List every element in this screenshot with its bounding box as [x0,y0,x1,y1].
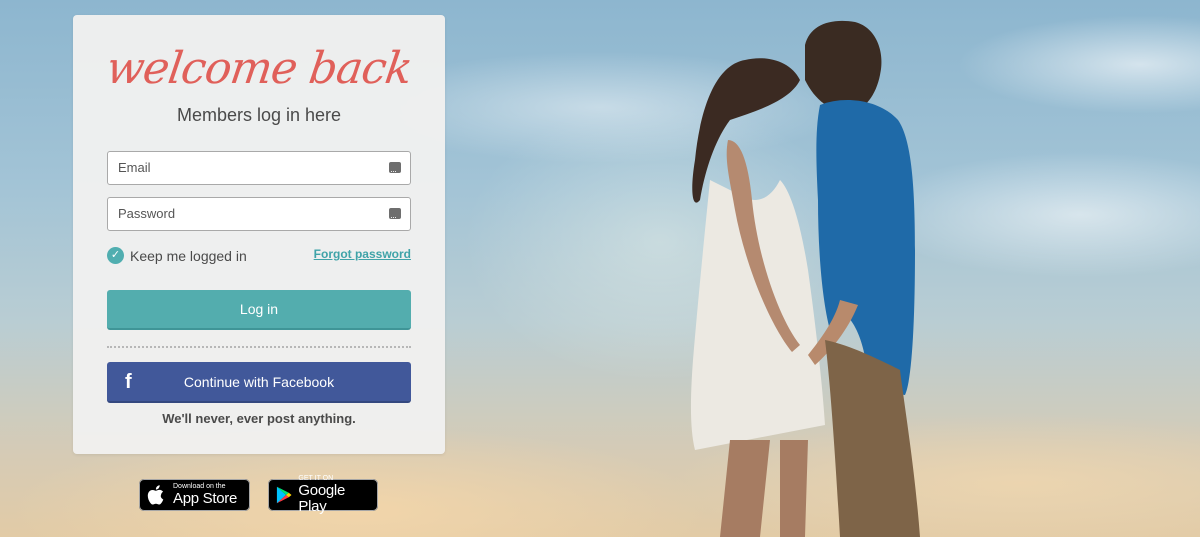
apple-icon [147,485,164,505]
facebook-login-button[interactable]: f Continue with Facebook [107,362,411,403]
login-subtitle: Members log in here [176,105,342,125]
checkmark-icon[interactable]: ✓ [107,247,124,264]
email-input[interactable] [118,160,368,175]
password-manager-icon[interactable] [389,155,401,187]
password-input[interactable] [118,206,368,221]
app-store-badge[interactable]: Download on the App Store [139,479,250,511]
woman-legs [720,440,808,537]
forgot-password-link[interactable]: Forgot password [314,247,411,261]
password-field[interactable] [107,197,411,233]
google-play-big-label: Google Play [298,482,345,515]
google-play-badge[interactable]: GET IT ON Google Play [268,475,378,515]
man-head [805,20,882,113]
login-button[interactable]: Log in [107,290,411,330]
dotted-divider [107,346,411,348]
login-card: welcome back Members log in here ✓ Keep … [73,15,445,454]
google-play-icon [276,486,292,504]
facebook-button-label: Continue with Facebook [183,373,335,390]
email-field[interactable] [107,151,411,187]
woman-dress [690,180,825,450]
keep-logged-in-checkbox[interactable]: ✓ Keep me logged in [107,247,247,264]
app-store-big-label: App Store [173,490,238,507]
facebook-disclaimer: We'll never, ever post anything. [162,411,356,426]
password-manager-icon[interactable] [389,201,401,233]
facebook-icon: f [125,371,132,393]
welcome-heading: welcome back [103,43,415,94]
keep-logged-in-label: Keep me logged in [130,247,247,264]
